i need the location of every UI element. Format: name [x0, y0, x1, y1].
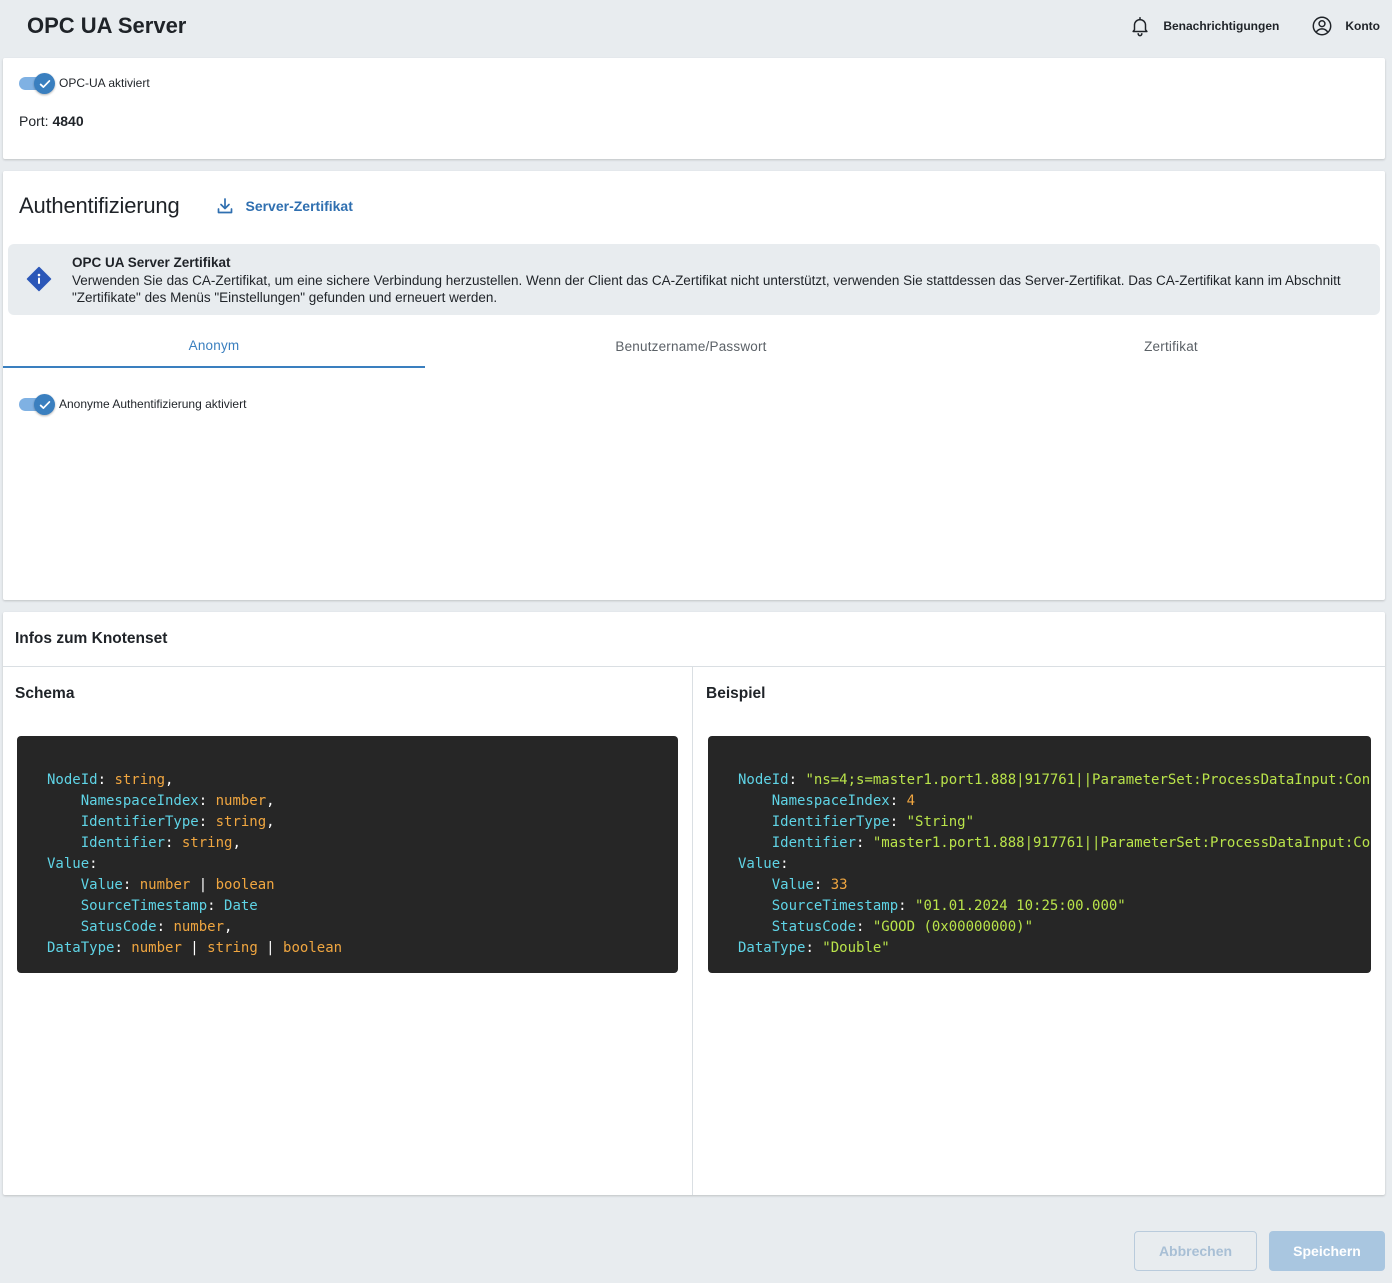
- code-key: NodeId: [47, 772, 98, 788]
- code-key: SourceTimestamp: [771, 898, 899, 914]
- certificate-info-box: OPC UA Server Zertifikat Verwenden Sie d…: [8, 244, 1380, 315]
- account-circle-icon: [1312, 16, 1332, 36]
- schema-title: Schema: [15, 685, 75, 702]
- code-key: StatusCode: [771, 919, 857, 935]
- notifications-label: Benachrichtigungen: [1163, 19, 1280, 33]
- code-type: number: [139, 877, 191, 893]
- top-bar: OPC UA Server Benachrichtigungen Konto: [0, 0, 1392, 52]
- notifications-button[interactable]: Benachrichtigungen: [1129, 15, 1279, 37]
- code-type: string: [215, 814, 267, 830]
- code-key: Value: [80, 877, 123, 893]
- code-string: "master1.port1.888|917761||ParameterSet:…: [872, 835, 1371, 851]
- check-icon: [39, 79, 50, 88]
- code-type: boolean: [215, 877, 275, 893]
- code-key: NodeId: [738, 772, 789, 788]
- account-label: Konto: [1345, 19, 1380, 33]
- toggle-knob: [34, 394, 55, 415]
- port-value: 4840: [52, 113, 84, 129]
- info-diamond-icon: [26, 266, 52, 292]
- code-key: Value: [738, 856, 781, 872]
- info-text: Verwenden Sie das CA-Zertifikat, um eine…: [72, 273, 1341, 305]
- cancel-button[interactable]: Abbrechen: [1134, 1231, 1257, 1271]
- code-type: boolean: [283, 940, 343, 956]
- info-title: OPC UA Server Zertifikat: [72, 255, 231, 270]
- nodeset-info-card: Infos zum Knotenset Schema Beispiel Node…: [3, 612, 1385, 1195]
- opcua-settings-card: OPC-UA aktiviert Port: 4840: [3, 58, 1385, 159]
- nodeset-title: Infos zum Knotenset: [15, 630, 168, 647]
- code-key: Identifier: [771, 835, 857, 851]
- opcua-toggle-label: OPC-UA aktiviert: [59, 76, 150, 90]
- code-key: NamespaceIndex: [771, 793, 890, 809]
- top-actions: Benachrichtigungen Konto: [1129, 15, 1380, 37]
- authentication-card: Authentifizierung Server-Zertifikat OPC …: [3, 171, 1385, 600]
- code-key: SourceTimestamp: [80, 898, 208, 914]
- server-certificate-label: Server-Zertifikat: [245, 198, 353, 214]
- code-key: DataType: [47, 940, 115, 956]
- code-number: 4: [906, 793, 916, 809]
- bell-icon: [1132, 17, 1148, 37]
- server-certificate-download-link[interactable]: Server-Zertifikat: [215, 196, 353, 216]
- code-type: string: [114, 772, 166, 788]
- code-key: IdentifierType: [771, 814, 890, 830]
- page-title: OPC UA Server: [27, 13, 187, 38]
- code-type: number: [131, 940, 182, 956]
- example-title: Beispiel: [706, 685, 766, 702]
- code-type: Date: [224, 898, 258, 914]
- anonymous-toggle-row: Anonyme Authentifizierung aktiviert: [19, 394, 247, 415]
- check-icon: [39, 400, 50, 409]
- code-type: number: [215, 793, 267, 809]
- divider: [3, 666, 1385, 667]
- auth-title: Authentifizierung: [19, 193, 180, 218]
- opcua-toggle[interactable]: [19, 73, 55, 94]
- toggle-knob: [34, 73, 55, 94]
- code-key: NamespaceIndex: [80, 793, 199, 809]
- tab-certificate[interactable]: Zertifikat: [957, 324, 1385, 368]
- code-string: "String": [906, 814, 975, 830]
- code-key: SatusCode: [80, 919, 157, 935]
- code-number: 33: [830, 877, 848, 893]
- code-key: Identifier: [80, 835, 166, 851]
- code-key: Value: [771, 877, 814, 893]
- divider: [692, 667, 693, 1195]
- code-type: string: [207, 940, 258, 956]
- code-key: Value: [47, 856, 90, 872]
- auth-header: Authentifizierung Server-Zertifikat: [19, 193, 353, 219]
- anonymous-toggle-label: Anonyme Authentifizierung aktiviert: [59, 397, 247, 411]
- opcua-toggle-row: OPC-UA aktiviert: [19, 73, 150, 94]
- example-code-block: NodeId: "ns=4;s=master1.port1.888|917761…: [708, 736, 1371, 973]
- code-string: "01.01.2024 10:25:00.000": [915, 898, 1126, 914]
- download-icon: [218, 198, 233, 214]
- anonymous-auth-toggle[interactable]: [19, 394, 55, 415]
- save-button[interactable]: Speichern: [1269, 1231, 1385, 1271]
- code-type: string: [181, 835, 233, 851]
- code-key: DataType: [738, 940, 806, 956]
- tab-username-password[interactable]: Benutzername/Passwort: [425, 324, 957, 368]
- code-key: IdentifierType: [80, 814, 199, 830]
- account-button[interactable]: Konto: [1311, 15, 1380, 37]
- schema-code-block: NodeId: string, NamespaceIndex: number, …: [17, 736, 678, 973]
- code-type: number: [173, 919, 225, 935]
- port-line: Port: 4840: [19, 113, 84, 129]
- port-label: Port:: [19, 113, 49, 129]
- tab-anonymous[interactable]: Anonym: [3, 324, 425, 368]
- auth-tabs: Anonym Benutzername/Passwort Zertifikat: [3, 324, 1385, 368]
- code-string: "ns=4;s=master1.port1.888|917761||Parame…: [805, 772, 1371, 788]
- code-string: "Double": [822, 940, 890, 956]
- code-string: "GOOD (0x00000000)": [872, 919, 1034, 935]
